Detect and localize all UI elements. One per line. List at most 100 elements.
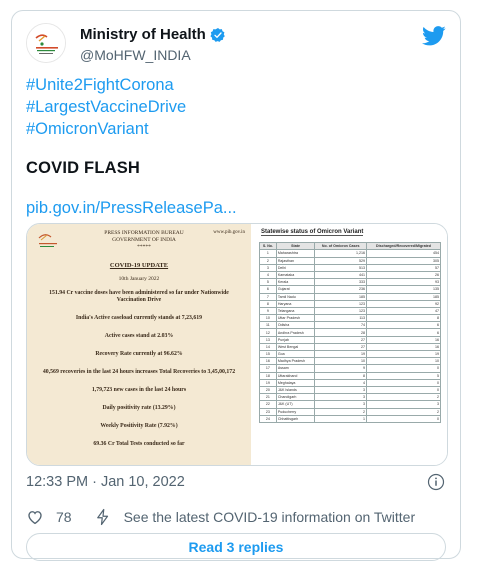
table-cell: Gujarat bbox=[275, 285, 316, 294]
account-handle[interactable]: @MoHFW_INDIA bbox=[80, 47, 191, 63]
hashtag-link[interactable]: #LargestVaccineDrive bbox=[26, 96, 186, 118]
table-cell: 113 bbox=[314, 314, 368, 323]
table-cell: 11 bbox=[259, 321, 277, 330]
omicron-table: S. No. State No. of Omicron Cases Discha… bbox=[259, 241, 441, 423]
table-row: 8 Haryana 123 92 bbox=[259, 299, 441, 308]
table-cell: 23 bbox=[259, 407, 277, 416]
tweet-timestamp[interactable]: 12:33 PM · Jan 10, 2022 bbox=[26, 474, 185, 490]
table-cell: 3 bbox=[259, 263, 277, 272]
press-release-link[interactable]: pib.gov.in/PressReleasePa... bbox=[26, 199, 237, 218]
table-cell: 8 bbox=[314, 371, 368, 380]
table-cell: 92 bbox=[366, 299, 441, 308]
tweet-media[interactable]: PRESS INFORMATION BUREAU GOVERNMENT OF I… bbox=[26, 223, 448, 466]
table-row: 24 Chhattisgarh 1 0 bbox=[259, 414, 441, 423]
table-cell: Chandigarh bbox=[275, 393, 316, 402]
table-cell: 3 bbox=[314, 393, 368, 402]
table-cell: 13 bbox=[259, 335, 277, 344]
doc-update-item: 1,79,723 new cases in the last 24 hours bbox=[91, 387, 187, 393]
table-cell: 135 bbox=[366, 285, 441, 294]
table-cell: 3 bbox=[366, 400, 441, 409]
doc-update-item: Daily positivity rate (13.29%) bbox=[102, 405, 176, 411]
table-cell: Andhra Pradesh bbox=[275, 328, 316, 337]
table-row: 18 Uttarakhand 8 5 bbox=[259, 371, 441, 380]
table-cell: 2 bbox=[366, 407, 441, 416]
twitter-bird-icon[interactable] bbox=[422, 25, 446, 47]
omicron-table-body: 1 Maharashtra 1,216 454 2 Rajasthan 529 305 3 Del… bbox=[259, 249, 441, 423]
table-cell: 0 bbox=[366, 385, 441, 395]
table-cell: 305 bbox=[366, 256, 441, 265]
table-row: 9 Telangana 123 47 bbox=[259, 306, 441, 316]
table-cell: Telangana bbox=[275, 306, 316, 316]
table-cell: 0 bbox=[366, 414, 441, 423]
table-cell: 185 bbox=[314, 292, 368, 301]
doc-update-item: 69.36 Cr Total Tests conducted so far bbox=[93, 441, 185, 447]
table-cell: 1 bbox=[259, 249, 277, 258]
table-cell: 26 bbox=[366, 270, 441, 280]
table-cell: 19 bbox=[366, 350, 441, 359]
table-cell: 123 bbox=[314, 299, 368, 308]
table-cell: 16 bbox=[259, 357, 277, 366]
doc-update-title: COVID-19 UPDATE bbox=[109, 262, 169, 269]
table-cell: Kerala bbox=[275, 278, 316, 287]
doc-update-item: 151.94 Cr vaccine doses have been admini… bbox=[49, 290, 229, 303]
table-cell: 185 bbox=[366, 292, 441, 301]
table-cell: Assam bbox=[275, 364, 316, 373]
table-header: Discharged/Recovered/Migrated bbox=[366, 241, 441, 251]
heart-icon[interactable] bbox=[26, 508, 44, 526]
covid-update-document[interactable]: PRESS INFORMATION BUREAU GOVERNMENT OF I… bbox=[27, 224, 251, 465]
account-avatar[interactable] bbox=[26, 23, 66, 63]
table-cell: 6 bbox=[366, 328, 441, 337]
table-cell: 2 bbox=[314, 407, 368, 416]
table-header: No. of Omicron Cases bbox=[314, 241, 368, 251]
table-cell: 9 bbox=[259, 306, 277, 316]
table-row: 15 Goa 19 19 bbox=[259, 350, 441, 359]
table-cell: Maharashtra bbox=[275, 249, 316, 258]
tweet-card: Ministry of Health @MoHFW_INDIA #Unite2F… bbox=[11, 10, 461, 561]
table-row: 6 Gujarat 236 135 bbox=[259, 285, 441, 294]
table-cell: 6 bbox=[259, 285, 277, 294]
read-replies-button[interactable]: Read 3 replies bbox=[26, 533, 446, 561]
table-cell: 47 bbox=[366, 306, 441, 316]
table-cell: 16 bbox=[366, 335, 441, 344]
table-cell: Karnataka bbox=[275, 270, 316, 280]
table-cell: 19 bbox=[259, 378, 277, 387]
account-name[interactable]: Ministry of Health bbox=[80, 26, 206, 43]
hashtag-link[interactable]: #Unite2FightCorona bbox=[26, 74, 186, 96]
table-cell: 19 bbox=[314, 350, 368, 359]
table-cell: Uttar Pradesh bbox=[275, 314, 316, 323]
table-cell: 333 bbox=[314, 278, 368, 287]
table-cell: 0 bbox=[366, 378, 441, 387]
table-cell: 2 bbox=[366, 393, 441, 402]
table-cell: 1 bbox=[314, 414, 368, 423]
table-cell: 22 bbox=[259, 400, 277, 409]
ministry-emblem-icon bbox=[38, 234, 57, 247]
table-cell: 12 bbox=[259, 328, 277, 337]
ministry-logo-icon bbox=[27, 24, 65, 62]
omicron-table-image[interactable]: Statewise status of Omicron Variant S. N… bbox=[251, 224, 447, 465]
table-cell: 9 bbox=[314, 364, 368, 373]
table-cell: Meghalaya bbox=[275, 378, 316, 387]
table-cell: 0 bbox=[366, 364, 441, 373]
table-cell: 123 bbox=[314, 306, 368, 316]
table-cell: 18 bbox=[259, 371, 277, 380]
table-cell: 236 bbox=[314, 285, 368, 294]
covid-info-link[interactable]: See the latest COVID-19 information on T… bbox=[124, 509, 416, 525]
table-cell: Tamil Nadu bbox=[275, 292, 316, 301]
info-icon[interactable] bbox=[427, 473, 445, 491]
table-row: 12 Andhra Pradesh 28 6 bbox=[259, 328, 441, 337]
name-row: Ministry of Health bbox=[80, 26, 226, 43]
table-cell: 16 bbox=[366, 342, 441, 352]
doc-update-items: 151.94 Cr vaccine doses have been admini… bbox=[41, 290, 237, 459]
table-cell: 10 bbox=[259, 314, 277, 323]
table-row: 20 J&K Islands 3 0 bbox=[259, 385, 441, 395]
table-row: 11 Odisha 74 6 bbox=[259, 321, 441, 330]
table-cell: 28 bbox=[314, 328, 368, 337]
table-cell: 20 bbox=[259, 385, 277, 395]
doc-update-date: 10th January 2022 bbox=[118, 276, 160, 282]
table-cell: 7 bbox=[259, 292, 277, 301]
table-row: 23 Puducherry 2 2 bbox=[259, 407, 441, 416]
hashtag-link[interactable]: #OmicronVariant bbox=[26, 118, 186, 140]
table-row: 17 Assam 9 0 bbox=[259, 364, 441, 373]
table-cell: 5 bbox=[259, 278, 277, 287]
tweet-header: Ministry of Health @MoHFW_INDIA bbox=[26, 23, 446, 67]
